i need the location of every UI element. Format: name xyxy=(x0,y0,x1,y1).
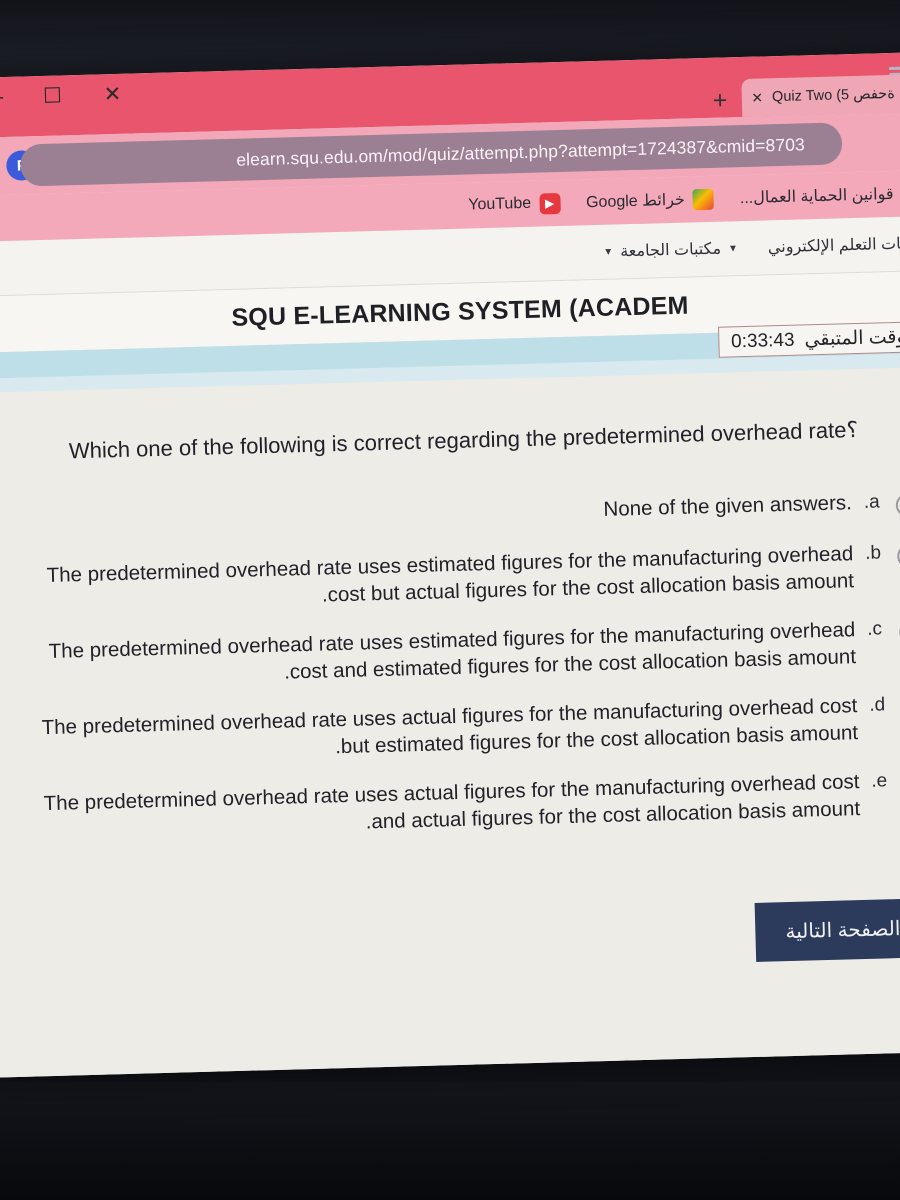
answer-option-e[interactable]: .e The predetermined overhead rate uses … xyxy=(19,766,900,845)
close-icon[interactable]: ✕ xyxy=(100,82,125,107)
page-title: SQU E-LEARNING SYSTEM (ACADEM xyxy=(231,291,689,332)
bookmark-label-0: قوانين الحماية العمال... xyxy=(739,185,894,208)
chevron-down-icon: ▼ xyxy=(727,242,739,254)
radio-button-a[interactable] xyxy=(895,493,900,517)
quiz-timer: الوقت المتبقي 0:33:43 xyxy=(717,321,900,358)
quiz-page: ؟Which one of the following is correct r… xyxy=(0,366,900,1075)
quiz-timer-label: الوقت المتبقي xyxy=(804,326,900,351)
answer-letter-d: .d xyxy=(869,694,886,716)
answer-letter-a: .a xyxy=(863,491,880,513)
answer-option-b[interactable]: .b The predetermined overhead rate uses … xyxy=(13,538,900,617)
answer-options-list: .a .None of the given answers .b The pre… xyxy=(12,487,900,845)
answer-option-c[interactable]: .c The predetermined overhead rate uses … xyxy=(15,614,900,693)
bookmark-item-2[interactable]: ▶ YouTube xyxy=(468,192,561,215)
tab-strip: + ✕ Quiz Two (5 من 1 ةحفص xyxy=(698,73,900,119)
chevron-down-icon-2: ▼ xyxy=(603,246,614,258)
youtube-icon: ▶ xyxy=(538,192,561,215)
google-maps-icon xyxy=(692,188,715,210)
tab-title: Quiz Two (5 من 1 ةحفص xyxy=(771,85,900,106)
window-controls: ✕ ☐ — xyxy=(0,82,125,110)
nav-label-1: مكتبات الجامعة xyxy=(620,240,722,261)
tab-close-icon[interactable]: ✕ xyxy=(751,89,763,106)
maximize-icon[interactable]: ☐ xyxy=(40,83,65,108)
bookmark-item-1[interactable]: خرائط Google xyxy=(585,188,715,212)
minimize-icon[interactable]: — xyxy=(0,85,5,110)
monitor-bezel-bottom xyxy=(0,1082,900,1200)
quiz-timer-value: 0:33:43 xyxy=(730,329,795,352)
monitor-screen: ✕ ☐ — + ✕ Quiz Two (5 من 1 ةحفص ⋮ F xyxy=(0,51,900,1078)
nav-item-elearning-services[interactable]: خدمات التعلم الإلكتروني xyxy=(768,233,900,257)
answer-option-a[interactable]: .a .None of the given answers xyxy=(12,487,900,541)
answer-text-c: The predetermined overhead rate uses est… xyxy=(48,617,857,684)
quiz-actions: الصفحة التالية xyxy=(23,898,900,982)
nav-item-university-libraries[interactable]: ▼ مكتبات الجامعة ▼ xyxy=(603,238,738,262)
browser-chrome: ✕ ☐ — + ✕ Quiz Two (5 من 1 ةحفص ⋮ F xyxy=(0,51,900,242)
answer-letter-e: .e xyxy=(871,770,888,792)
bookmark-item-0[interactable]: ● قوانين الحماية العمال... xyxy=(740,183,900,209)
answer-text-a: .None of the given answers xyxy=(603,490,853,521)
answer-option-d[interactable]: .d The predetermined overhead rate uses … xyxy=(17,690,900,769)
question-text: ؟Which one of the following is correct r… xyxy=(68,417,859,464)
nav-label-0: خدمات التعلم الإلكتروني xyxy=(767,235,900,257)
bookmark-label-1: خرائط Google xyxy=(585,191,686,212)
next-page-button[interactable]: الصفحة التالية xyxy=(754,898,900,963)
answer-text-d: The predetermined overhead rate uses act… xyxy=(41,693,859,759)
answer-letter-c: .c xyxy=(866,618,883,640)
tab-quiz-two[interactable]: ✕ Quiz Two (5 من 1 ةحفص xyxy=(740,73,900,118)
new-tab-button[interactable]: + xyxy=(712,86,727,114)
address-bar-url: elearn.squ.edu.om/mod/quiz/attempt.php?a… xyxy=(236,133,806,170)
bookmark-label-2: YouTube xyxy=(468,194,532,214)
answer-text-e: The predetermined overhead rate uses act… xyxy=(43,770,861,834)
answer-letter-b: .b xyxy=(864,542,882,564)
answer-text-b: The predetermined overhead rate uses est… xyxy=(46,541,855,607)
screen-photo: ✕ ☐ — + ✕ Quiz Two (5 من 1 ةحفص ⋮ F xyxy=(0,0,900,1200)
